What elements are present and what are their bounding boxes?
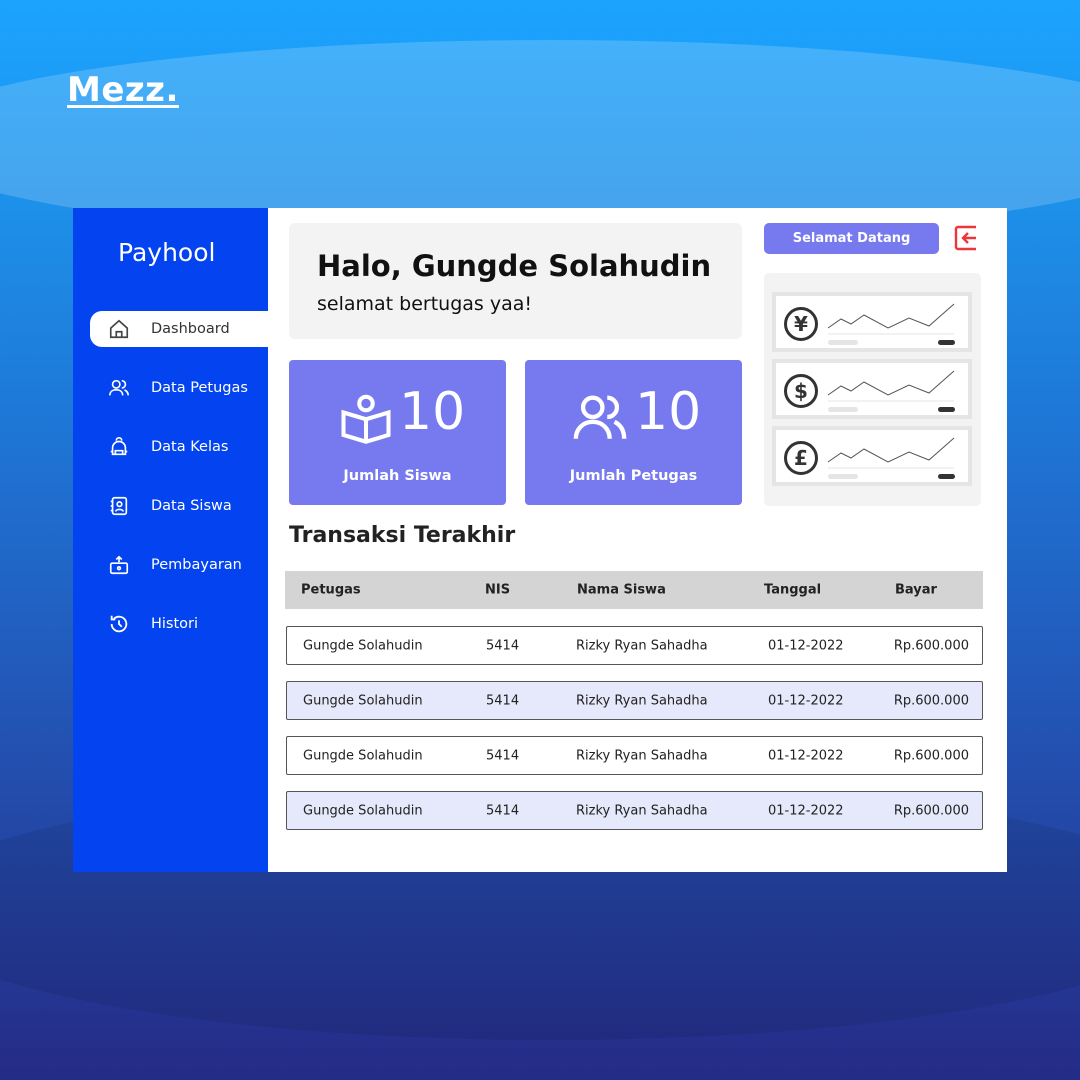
table-cell: Rizky Ryan Sahadha bbox=[576, 803, 708, 818]
table-header: Petugas NIS Nama Siswa Tanggal Bayar bbox=[285, 571, 983, 609]
table-cell: 01-12-2022 bbox=[768, 693, 844, 708]
table-cell: 5414 bbox=[486, 803, 520, 818]
table-cell: Rizky Ryan Sahadha bbox=[576, 693, 708, 708]
dollar-icon: $ bbox=[784, 374, 818, 408]
sidebar-item-data-kelas[interactable]: Data Kelas bbox=[90, 429, 268, 465]
currency-widget-panel: ¥ $ £ bbox=[764, 273, 981, 506]
stat-value: 10 bbox=[399, 382, 466, 442]
sidebar-item-pembayaran[interactable]: Pembayaran bbox=[90, 547, 268, 583]
table-cell: Gungde Solahudin bbox=[303, 693, 423, 708]
welcome-button[interactable]: Selamat Datang bbox=[764, 223, 939, 254]
app-window: Payhool Dashboard Data Petugas Data Kela… bbox=[73, 208, 1007, 872]
table-cell: Gungde Solahudin bbox=[303, 748, 423, 763]
table-row[interactable]: Gungde Solahudin 5414 Rizky Ryan Sahadha 01… bbox=[286, 736, 983, 775]
greeting-panel: Halo, Gungde Solahudin selamat bertugas … bbox=[289, 223, 742, 339]
table-cell: Rp.600.000 bbox=[893, 693, 969, 708]
column-header: Petugas bbox=[301, 582, 361, 598]
backpack-icon bbox=[110, 437, 128, 456]
column-header: Bayar bbox=[895, 582, 937, 598]
stat-value: 10 bbox=[635, 382, 702, 442]
brand-logo: Mezz. bbox=[67, 70, 179, 110]
users-icon bbox=[109, 379, 129, 396]
stat-label: Jumlah Siswa bbox=[343, 468, 452, 484]
sidebar-item-label: Histori bbox=[151, 616, 199, 632]
column-header: NIS bbox=[485, 582, 511, 598]
sparkline bbox=[827, 437, 955, 479]
table-cell: 01-12-2022 bbox=[768, 803, 844, 818]
greeting-subtitle: selamat bertugas yaa! bbox=[317, 293, 532, 315]
greeting-title: Halo, Gungde Solahudin bbox=[317, 249, 712, 283]
sidebar-item-label: Data Siswa bbox=[151, 498, 232, 514]
sidebar-item-label: Data Petugas bbox=[151, 380, 248, 396]
currency-widget: $ bbox=[772, 359, 972, 419]
sparkline bbox=[827, 303, 955, 345]
svg-text:$: $ bbox=[794, 379, 808, 403]
history-icon bbox=[110, 615, 128, 633]
sparkline bbox=[827, 370, 955, 412]
table-cell: Rizky Ryan Sahadha bbox=[576, 748, 708, 763]
payment-icon bbox=[109, 555, 129, 575]
table-row[interactable]: Gungde Solahudin 5414 Rizky Ryan Sahadha 01… bbox=[286, 791, 983, 830]
svg-text:¥: ¥ bbox=[794, 312, 808, 336]
table-cell: 01-12-2022 bbox=[768, 638, 844, 653]
stat-card-siswa[interactable]: 10 Jumlah Siswa bbox=[289, 360, 506, 505]
table-row[interactable]: Gungde Solahudin 5414 Rizky Ryan Sahadha 01… bbox=[286, 681, 983, 720]
column-header: Nama Siswa bbox=[577, 582, 666, 598]
currency-widget: £ bbox=[772, 426, 972, 486]
column-header: Tanggal bbox=[764, 582, 822, 598]
table-cell: Rp.600.000 bbox=[893, 748, 969, 763]
table-cell: Gungde Solahudin bbox=[303, 803, 423, 818]
table-cell: Rp.600.000 bbox=[893, 638, 969, 653]
sidebar-item-histori[interactable]: Histori bbox=[90, 606, 268, 642]
pound-icon: £ bbox=[784, 441, 818, 475]
table-cell: Gungde Solahudin bbox=[303, 638, 423, 653]
table-cell: 01-12-2022 bbox=[768, 748, 844, 763]
stat-label: Jumlah Petugas bbox=[569, 468, 698, 484]
sidebar-item-data-siswa[interactable]: Data Siswa bbox=[90, 488, 268, 524]
home-icon bbox=[109, 319, 129, 339]
sidebar-item-label: Data Kelas bbox=[151, 439, 229, 455]
users-icon bbox=[573, 395, 627, 439]
book-reader-icon bbox=[341, 394, 391, 444]
sidebar: Payhool Dashboard Data Petugas Data Kela… bbox=[73, 208, 268, 872]
currency-widget: ¥ bbox=[772, 292, 972, 352]
yen-icon: ¥ bbox=[784, 307, 818, 341]
logout-icon[interactable] bbox=[954, 225, 978, 251]
table-cell: 5414 bbox=[486, 638, 520, 653]
table-row[interactable]: Gungde Solahudin 5414 Rizky Ryan Sahadha 01… bbox=[286, 626, 983, 665]
sidebar-item-dashboard[interactable]: Dashboard bbox=[90, 311, 268, 347]
table-cell: Rp.600.000 bbox=[893, 803, 969, 818]
stat-card-petugas[interactable]: 10 Jumlah Petugas bbox=[525, 360, 742, 505]
section-title: Transaksi Terakhir bbox=[289, 523, 516, 548]
contact-book-icon bbox=[110, 496, 128, 516]
sidebar-item-data-petugas[interactable]: Data Petugas bbox=[90, 370, 268, 406]
table-cell: 5414 bbox=[486, 693, 520, 708]
table-cell: Rizky Ryan Sahadha bbox=[576, 638, 708, 653]
sidebar-item-label: Pembayaran bbox=[151, 557, 242, 573]
svg-text:£: £ bbox=[794, 446, 808, 470]
app-title: Payhool bbox=[118, 238, 216, 267]
table-cell: 5414 bbox=[486, 748, 520, 763]
sidebar-item-label: Dashboard bbox=[151, 321, 230, 337]
